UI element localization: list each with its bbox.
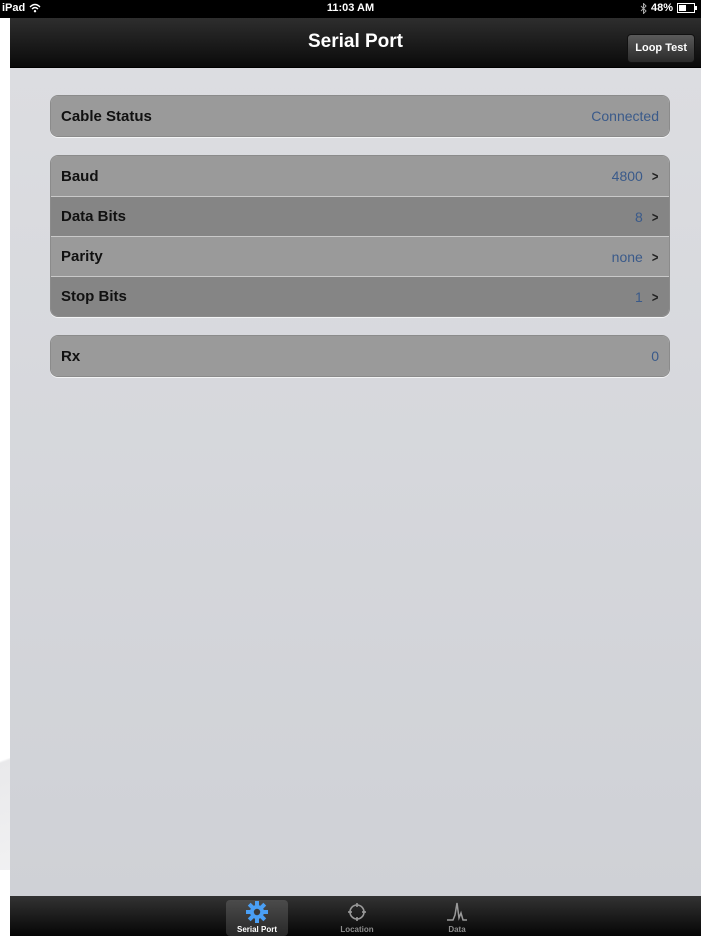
tab-label: Location	[340, 925, 374, 934]
tab-label: Data	[448, 925, 466, 934]
rx-row: Rx 0	[51, 336, 669, 376]
rx-value: 0	[651, 348, 659, 364]
stop-bits-value: 1 >	[635, 289, 659, 305]
cable-status-group: Cable Status Connected	[50, 95, 670, 137]
baud-value: 4800 >	[612, 168, 659, 184]
tab-bar: Serial Port Location Data	[10, 896, 701, 936]
parity-row[interactable]: Parity none >	[51, 236, 669, 276]
chevron-right-icon: >	[651, 168, 659, 184]
row-value: 0	[651, 348, 659, 364]
baud-row[interactable]: Baud 4800 >	[51, 156, 669, 196]
navigation-bar: Serial Port Loop Test	[10, 18, 701, 68]
serial-config-group: Baud 4800 > Data Bits 8 > Parity none >	[50, 155, 670, 317]
tab-data[interactable]: Data	[426, 900, 488, 936]
chevron-right-icon: >	[651, 288, 659, 305]
tab-location[interactable]: Location	[326, 900, 388, 936]
loop-test-button[interactable]: Loop Test	[627, 34, 695, 63]
row-label: Baud	[61, 167, 99, 185]
data-bits-value: 8 >	[635, 209, 659, 225]
tab-serial-port[interactable]: Serial Port	[226, 900, 288, 936]
row-value: 8	[635, 208, 643, 225]
settings-content: Cable Status Connected Baud 4800 > Data …	[10, 68, 701, 896]
cable-status-row: Cable Status Connected	[51, 96, 669, 136]
page-title: Serial Port	[307, 31, 404, 52]
row-label: Rx	[61, 347, 81, 365]
status-bar: iPad 11:03 AM 48%	[0, 0, 701, 18]
row-label: Parity	[61, 248, 103, 265]
crosshair-icon	[326, 900, 388, 924]
row-label: Stop Bits	[61, 288, 127, 305]
gear-icon	[226, 900, 288, 924]
stop-bits-row[interactable]: Stop Bits 1 >	[51, 276, 669, 316]
battery-icon	[677, 3, 697, 13]
rx-group: Rx 0	[50, 335, 670, 377]
ipad-screen: iPad 11:03 AM 48% Serial Port Loop Test …	[0, 0, 701, 936]
parity-value: none >	[612, 249, 659, 265]
waveform-icon	[426, 900, 488, 924]
row-value: 4800	[611, 168, 643, 184]
row-value: none	[611, 248, 643, 265]
data-bits-row[interactable]: Data Bits 8 >	[51, 196, 669, 236]
battery-percent: 48%	[650, 2, 673, 14]
row-value: 1	[635, 288, 643, 305]
cable-status-value: Connected	[591, 108, 659, 124]
row-label: Cable Status	[61, 107, 152, 125]
status-time: 11:03 AM	[326, 2, 375, 14]
bluetooth-icon	[640, 2, 647, 14]
tab-label: Serial Port	[236, 925, 277, 934]
row-value: Connected	[591, 108, 659, 124]
chevron-right-icon: >	[651, 248, 659, 265]
row-label: Data Bits	[61, 208, 127, 225]
chevron-right-icon: >	[651, 208, 659, 225]
